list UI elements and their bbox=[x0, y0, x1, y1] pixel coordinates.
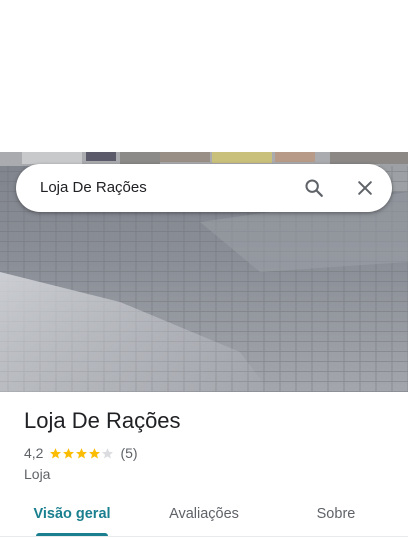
rating-value: 4,2 bbox=[24, 445, 44, 461]
close-icon bbox=[358, 181, 372, 195]
tab-reviews[interactable]: Avaliações bbox=[148, 496, 260, 532]
tab-overview[interactable]: Visão geral bbox=[20, 496, 124, 532]
star-empty-icon bbox=[102, 447, 114, 458]
maps-place-page: Loja De Rações Loja De Rações 4,2 (5) Lo… bbox=[0, 0, 408, 544]
active-tab-indicator bbox=[36, 533, 108, 536]
clear-search-button[interactable] bbox=[349, 172, 381, 204]
place-title: Loja De Rações bbox=[24, 408, 181, 433]
tab-bar: Visão geral Avaliações Sobre bbox=[0, 496, 408, 537]
star-filled-icon bbox=[89, 447, 101, 458]
blank-header-area bbox=[0, 0, 408, 152]
place-category: Loja bbox=[24, 466, 51, 482]
star-filled-icon bbox=[76, 447, 88, 458]
rating-row[interactable]: 4,2 (5) bbox=[24, 444, 138, 462]
review-count[interactable]: (5) bbox=[120, 445, 137, 461]
star-rating bbox=[49, 447, 114, 460]
tab-about[interactable]: Sobre bbox=[290, 496, 382, 532]
search-icon bbox=[305, 179, 323, 197]
search-query[interactable]: Loja De Rações bbox=[40, 164, 147, 212]
search-bar[interactable]: Loja De Rações bbox=[16, 164, 392, 212]
star-filled-icon bbox=[50, 447, 62, 458]
search-button[interactable] bbox=[298, 172, 330, 204]
star-filled-icon bbox=[63, 447, 75, 458]
